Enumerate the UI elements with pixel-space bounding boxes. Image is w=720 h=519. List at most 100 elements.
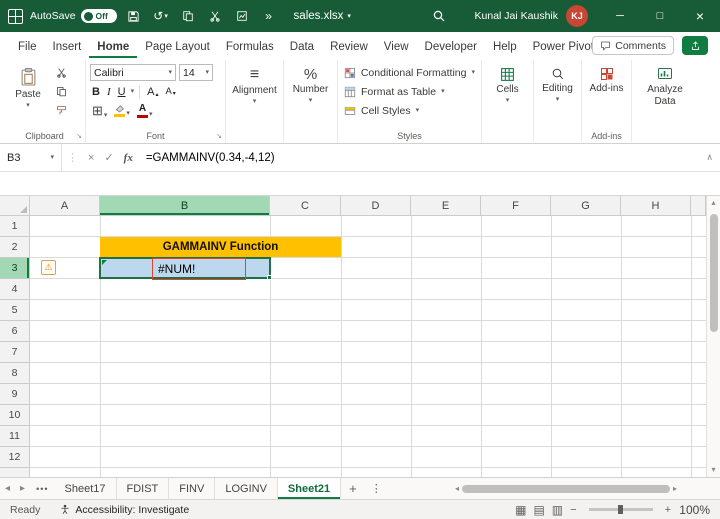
tab-developer[interactable]: Developer (417, 36, 485, 58)
excel-logo-icon[interactable] (8, 8, 23, 24)
alignment-button[interactable]: ≡ Alignment ▾ (228, 63, 281, 129)
row-header-10[interactable]: 10 (0, 405, 30, 426)
undo-button[interactable]: ↺ ▾ (151, 4, 171, 28)
scroll-left-icon[interactable]: ◂ (455, 482, 459, 496)
cell-b3-error-highlight[interactable]: #NUM! (152, 258, 246, 280)
copy-button[interactable] (50, 82, 72, 101)
row-header-2[interactable]: 2 (0, 237, 30, 258)
autosave-control[interactable]: AutoSave Off (30, 9, 117, 23)
editing-button[interactable]: Editing ▾ (536, 63, 579, 129)
column-header-b[interactable]: B (100, 196, 270, 216)
tab-insert[interactable]: Insert (45, 36, 90, 58)
clipboard-dialog-launcher[interactable]: ↘ (76, 132, 82, 140)
page-layout-view-icon[interactable]: ▤ (533, 503, 544, 517)
cell-b2-title[interactable]: GAMMAINV Function (100, 237, 341, 257)
sheet-tab-sheet21[interactable]: Sheet21 (277, 478, 342, 499)
row-header-8[interactable]: 8 (0, 363, 30, 384)
analyze-data-button[interactable]: Analyze Data (634, 63, 696, 129)
error-checking-button[interactable]: ⚠ (41, 260, 56, 275)
column-header-c[interactable]: C (270, 196, 341, 216)
column-header-a[interactable]: A (30, 196, 100, 216)
tab-page-layout[interactable]: Page Layout (137, 36, 218, 58)
font-size-select[interactable]: 14 ▾ (179, 64, 213, 81)
vertical-scrollbar[interactable]: ▴ ▾ (706, 196, 720, 477)
addins-button[interactable]: Add-ins (584, 63, 629, 129)
document-title[interactable]: sales.xlsx ▾ (294, 10, 351, 22)
tab-data[interactable]: Data (282, 36, 322, 58)
sheet-overflow-dots[interactable]: ••• (30, 484, 54, 494)
font-color-button[interactable]: A ▾ (135, 103, 155, 119)
fill-handle[interactable] (267, 275, 272, 280)
cut-button[interactable] (50, 63, 72, 82)
bold-button[interactable]: B (90, 85, 102, 99)
decrease-font-size-button[interactable]: A ▾ (163, 85, 177, 98)
conditional-formatting-button[interactable]: Conditional Formatting ▾ (340, 63, 479, 82)
italic-button[interactable]: I (105, 85, 113, 99)
sheet-tab-fdist[interactable]: FDIST (117, 478, 170, 499)
row-header-12[interactable]: 12 (0, 447, 30, 468)
tab-help[interactable]: Help (485, 36, 525, 58)
spreadsheet-grid[interactable]: A B C D E F G H 1 2 3 4 5 6 7 8 9 10 11 … (0, 196, 706, 477)
tab-file[interactable]: File (10, 36, 45, 58)
sheet-tab-sheet17[interactable]: Sheet17 (55, 478, 117, 499)
row-header-1[interactable]: 1 (0, 216, 30, 237)
row-header-5[interactable]: 5 (0, 300, 30, 321)
tab-formulas[interactable]: Formulas (218, 36, 282, 58)
borders-button[interactable]: ⊞ ▾ (90, 102, 109, 120)
avatar[interactable]: KJ (566, 5, 588, 27)
autosave-toggle[interactable]: Off (80, 9, 117, 23)
number-button[interactable]: % Number ▾ (286, 63, 335, 129)
zoom-percentage[interactable]: 100% (678, 503, 710, 517)
minimize-button[interactable]: ─ (600, 0, 640, 32)
row-header-6[interactable]: 6 (0, 321, 30, 342)
comments-button[interactable]: Comments (592, 36, 674, 55)
select-all-corner[interactable] (0, 196, 30, 216)
cells-canvas[interactable]: GAMMAINV Function #NUM! ⚠ (30, 216, 706, 477)
save-button[interactable] (124, 4, 144, 28)
zoom-out-button[interactable]: − (570, 504, 576, 516)
normal-view-icon[interactable]: ▦ (515, 503, 526, 517)
font-name-select[interactable]: Calibri ▾ (90, 64, 176, 81)
accessibility-status[interactable]: Accessibility: Investigate (60, 504, 189, 516)
tab-view[interactable]: View (376, 36, 417, 58)
tab-review[interactable]: Review (322, 36, 376, 58)
row-header-9[interactable]: 9 (0, 384, 30, 405)
insert-function-button[interactable]: fx (119, 152, 138, 164)
fill-color-button[interactable]: ▾ (112, 103, 132, 118)
zoom-slider[interactable] (588, 505, 653, 514)
qat-copy-button[interactable] (178, 4, 198, 28)
tab-power-pivot[interactable]: Power Pivot (525, 36, 602, 58)
format-as-table-button[interactable]: Format as Table ▾ (340, 82, 479, 101)
page-break-view-icon[interactable]: ▥ (552, 503, 563, 517)
row-header-3[interactable]: 3 (0, 258, 30, 279)
qat-cut-button[interactable] (205, 4, 225, 28)
sheet-options-kebab-icon[interactable]: ⋮ (365, 482, 388, 495)
sheet-tab-finv[interactable]: FINV (169, 478, 216, 499)
zoom-slider-thumb[interactable] (617, 505, 623, 514)
formula-input[interactable]: =GAMMAINV(0.34,-4,12) (146, 152, 275, 164)
sheet-nav-right-icon[interactable]: ▸ (15, 483, 30, 494)
sheet-nav-left-icon[interactable]: ◂ (0, 483, 15, 494)
drag-handle[interactable]: ⋮ (62, 151, 83, 164)
confirm-entry-button[interactable]: ✓ (99, 151, 118, 164)
maximize-button[interactable]: □ (640, 0, 680, 32)
qat-more-commands-button[interactable]: » (259, 4, 279, 28)
scroll-down-icon[interactable]: ▾ (711, 463, 715, 477)
search-button[interactable] (432, 9, 446, 23)
zoom-in-button[interactable]: + (665, 504, 671, 516)
cells-button[interactable]: Cells ▾ (484, 63, 531, 129)
account-control[interactable]: Kunal Jai Kaushik KJ (475, 0, 588, 32)
scroll-up-icon[interactable]: ▴ (711, 196, 715, 210)
expand-formula-bar-button[interactable]: ∧ (706, 152, 720, 163)
underline-button[interactable]: U (116, 85, 128, 99)
row-header-4[interactable]: 4 (0, 279, 30, 300)
horizontal-scroll-thumb[interactable] (462, 485, 671, 493)
share-button[interactable] (682, 36, 708, 55)
column-header-partial[interactable] (691, 196, 706, 216)
name-box[interactable]: B3 ▾ (0, 144, 62, 171)
sheet-tab-loginv[interactable]: LOGINV (215, 478, 278, 499)
scroll-right-icon[interactable]: ▸ (673, 482, 677, 496)
paste-button[interactable]: Paste ▾ (6, 63, 50, 109)
column-header-d[interactable]: D (341, 196, 411, 216)
vertical-scroll-thumb[interactable] (709, 214, 718, 332)
